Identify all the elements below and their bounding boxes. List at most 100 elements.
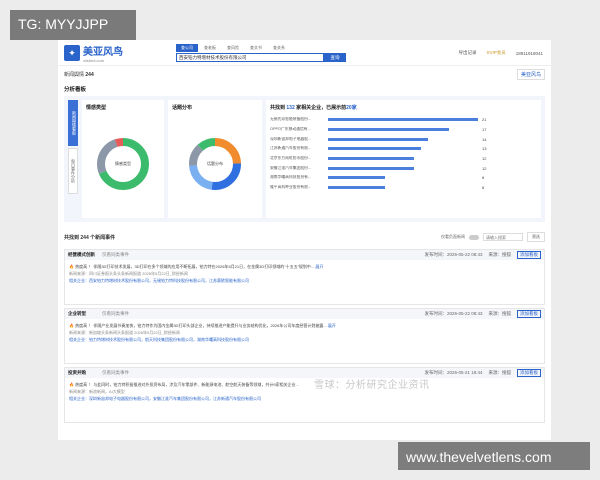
news-card: 投资并购 仅看同类事件 发布时间：2026-05-21 18:44 来源：搜狐 添加看板… [64, 367, 545, 423]
topic-panel: 话题分布 话题分布 [168, 100, 262, 218]
add-board-button[interactable]: 添加看板 [517, 251, 541, 259]
right-logo: 美亚风鸟 [516, 68, 545, 80]
list-title: 共找到 244 个新闻事件 [64, 234, 116, 241]
negative-only-toggle[interactable] [469, 234, 479, 240]
same-type-link[interactable]: 仅看同类事件 [102, 370, 129, 376]
news-summary: 🔥 热度高 ！ 伴随产业发展节奏加快，铂力特作为国内金属3D打印头部企业，持续推… [69, 323, 336, 328]
company-bar-label: 湖南华曙高科技股份有... [270, 175, 312, 180]
news-summary: 🔥 热度高 ！ 伴随3D打印技术发展，3D打印在多个领域的应用不断拓展，铂力特在… [69, 264, 324, 269]
bird-logo-icon: ✦ [64, 44, 80, 61]
sentiment-center: 情感类型 [115, 161, 131, 166]
hot-icon: 🔥 [69, 323, 74, 328]
company-bar-row[interactable]: 江苏新通汽车股份有限... 13 [270, 144, 537, 154]
corner-url: www.thevelvetlens.com [398, 442, 590, 470]
company-bar-label: 隆平高科种业股份有限... [270, 185, 312, 190]
company-bar [328, 147, 421, 151]
watermark: 雪球：分析研究企业资讯 [314, 380, 430, 391]
news-source-line[interactable]: 新闻来源：新浪新闻，AI大模型 [69, 388, 540, 395]
analysis-board: 新闻舆情看板 每日事件分析 情感类型 情感类型 话题分布 话题分布 共找到 13… [64, 96, 545, 222]
company-bar-panel: 共找到 132 家相关企业，已展示前20家 无锡先导智能装备股份... 21 OPP… [266, 100, 541, 218]
search-button[interactable]: 查询 [324, 53, 346, 62]
company-bar-row[interactable]: OPPO广东移动通信有... 17 [270, 125, 537, 135]
company-bar [328, 137, 428, 141]
search-input[interactable] [176, 53, 324, 62]
company-bar [328, 128, 450, 132]
company-bar-label: 江苏新通汽车股份有限... [270, 146, 312, 151]
company-bar-row[interactable]: 湖南华曙高科技股份有... 8 [270, 173, 537, 183]
list-search-input[interactable] [483, 233, 523, 241]
news-category: 企业转型 [68, 311, 86, 316]
company-bar-value: 8 [482, 185, 485, 191]
news-card: 经营模式创新 仅看同类事件 发布时间：2026-05-22 08:43 来源：搜狐 添加… [64, 249, 545, 305]
logo-name: 美亚风鸟 [83, 46, 123, 58]
list-head: 共找到 244 个新闻事件 仅看负面新闻 筛选 [58, 222, 551, 246]
news-source: 来源：搜狐 [488, 370, 512, 375]
same-type-link[interactable]: 仅看同类事件 [102, 252, 129, 258]
news-source-line[interactable]: 新闻来源：四川证券报头条头条新闻报道 2026年5月22日_财经新闻 [69, 270, 540, 277]
logo-sub: viisbird.com [83, 57, 105, 63]
news-category: 投资并购 [68, 370, 86, 375]
company-bar-value: 8 [482, 175, 485, 181]
filter-button[interactable]: 筛选 [527, 232, 545, 242]
expand-link[interactable]: 展开 [328, 323, 336, 328]
expand-link[interactable]: 展开 [315, 264, 323, 269]
company-bar-label: 安徽江淮汽车集团股份... [270, 165, 312, 170]
company-bar-label: OPPO广东移动通信有... [270, 127, 311, 132]
user-account[interactable]: 18911918041 [516, 51, 543, 56]
hot-icon: 🔥 [69, 264, 74, 269]
tab-doc[interactable]: 查文书 [245, 44, 267, 52]
related-companies[interactable]: 相关企业：深圳新宙邦电子电器股份有限公司，安徽江淮汽车集团股份有限公司，江苏新通… [69, 395, 540, 402]
svip-link[interactable]: SVIP会员 [487, 50, 506, 56]
company-bar-row[interactable]: 无锡先导智能装备股份... 21 [270, 115, 537, 125]
company-bar-label: 无锡先导智能装备股份... [270, 117, 312, 122]
company-bar-row[interactable]: 深圳新宙邦电子电器股... 14 [270, 134, 537, 144]
company-bar-value: 13 [482, 146, 487, 152]
news-card: 企业转型 仅看同类事件 发布时间：2026-05-22 08:43 来源：搜狐 添加看板… [64, 308, 545, 364]
publish-time: 发布时间：2026-05-22 08:43 [424, 311, 483, 316]
export-records-link[interactable]: 导出记录 [459, 50, 477, 56]
news-source-line[interactable]: 新闻来源：新加坡头条新闻头条报道 2026年5月22日_财经新闻 [69, 329, 540, 336]
related-companies[interactable]: 相关企业：铂力特增材技术股份有限公司，航天科技集团股份有限公司，湖南华曙高科技股… [69, 336, 540, 343]
publish-time: 发布时间：2026-05-21 18:44 [424, 370, 483, 375]
company-bar-title: 共找到 132 家相关企业，已展示前20家 [270, 105, 357, 111]
company-bar-row[interactable]: 隆平高科种业股份有限... 8 [270, 183, 537, 193]
tab-relation[interactable]: 查关系 [268, 44, 290, 52]
company-bar-label: 深圳新宙邦电子电器股... [270, 136, 312, 141]
company-bar [328, 176, 386, 180]
company-bar-row[interactable]: 安徽江淮汽车集团股份... 12 [270, 163, 537, 173]
same-type-link[interactable]: 仅看同类事件 [102, 311, 129, 317]
company-bar-value: 21 [482, 117, 487, 123]
side-tab-daily-events[interactable]: 每日事件分析 [68, 148, 78, 194]
news-source: 来源：搜狐 [488, 311, 512, 316]
company-bar-value: 17 [482, 127, 487, 133]
sub-bar: 新闻舆情 244 美亚风鸟 [58, 66, 551, 82]
company-bar-value: 12 [482, 156, 487, 162]
tab-company[interactable]: 查公司 [176, 44, 198, 52]
sentiment-title: 情感类型 [86, 105, 107, 111]
tab-risk[interactable]: 查风险 [222, 44, 244, 52]
company-bar-label: 北京东方雨虹防水股份... [270, 156, 312, 161]
corner-tag: TG: MYYJJPP [10, 10, 136, 40]
topic-center: 话题分布 [207, 161, 223, 166]
add-board-button[interactable]: 添加看板 [517, 369, 541, 377]
logo[interactable]: ✦ 美亚风鸟 viisbird.com [64, 43, 160, 63]
company-bar-value: 14 [482, 136, 487, 142]
add-board-button[interactable]: 添加看板 [517, 310, 541, 318]
search-box: 查公司 查老板 查风险 查文书 查关系 查询 [176, 44, 346, 62]
news-card-header: 企业转型 仅看同类事件 发布时间：2026-05-22 08:43 来源：搜狐 添加看板 [65, 309, 544, 319]
company-bar [328, 186, 386, 190]
topic-title: 话题分布 [172, 105, 193, 111]
news-category: 经营模式创新 [68, 252, 95, 257]
header: ✦ 美亚风鸟 viisbird.com 查公司 查老板 查风险 查文书 查关系 … [58, 40, 551, 66]
company-bar [328, 157, 414, 161]
negative-only-label: 仅看负面新闻 [441, 234, 465, 239]
related-companies[interactable]: 相关企业：西安铂力特增材技术股份有限公司，无锡铂力特科技股份有限公司，江苏赛欧智… [69, 277, 540, 284]
company-bar-value: 12 [482, 165, 487, 171]
side-tab-news-board[interactable]: 新闻舆情看板 [68, 100, 78, 146]
page: ✦ 美亚风鸟 viisbird.com 查公司 查老板 查风险 查文书 查关系 … [58, 40, 551, 440]
news-summary: 🔥 热度高 ！ 与此同时，铂力特积极推进对外投资布局，涉及汽车零部件、新能源电池… [69, 382, 299, 387]
search-tabs: 查公司 查老板 查风险 查文书 查关系 [176, 44, 346, 52]
tab-boss[interactable]: 查老板 [199, 44, 221, 52]
news-source: 来源：搜狐 [488, 252, 512, 257]
company-bar-row[interactable]: 北京东方雨虹防水股份... 12 [270, 154, 537, 164]
